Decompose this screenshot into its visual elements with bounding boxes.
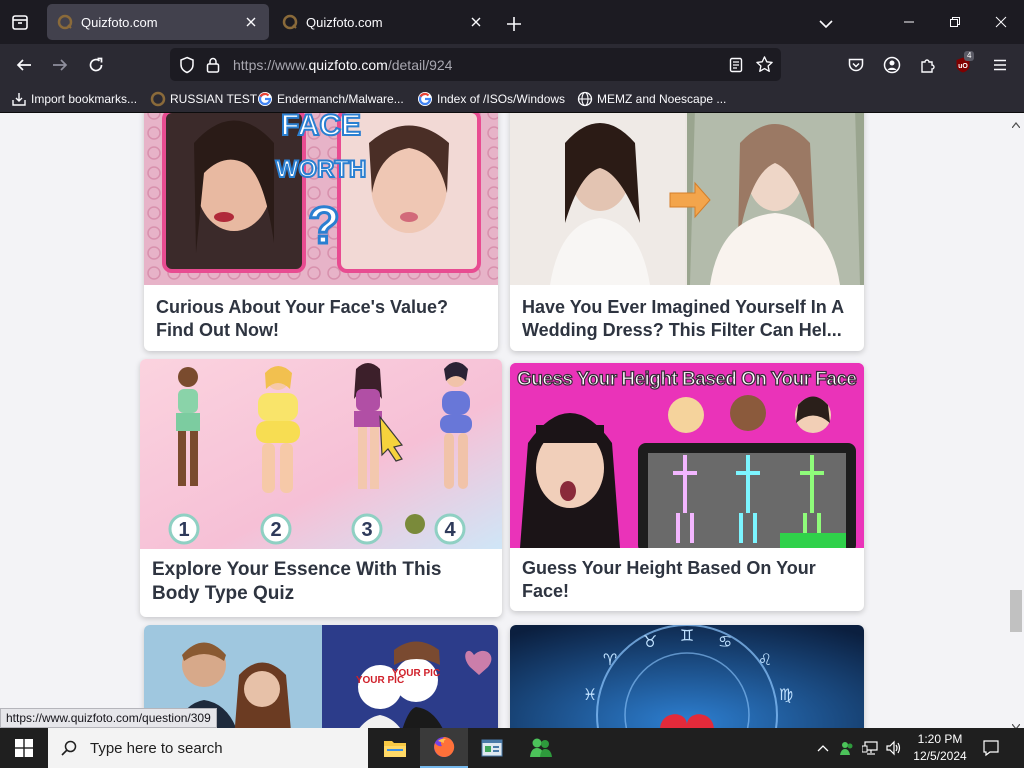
quizfoto-favicon [282,14,298,30]
card-caption[interactable]: Guess Your Height Based On Your Face! [522,557,852,603]
page-viewport: FACE WORTH ? Curious About Your Face's V… [0,113,1024,728]
pocket-icon[interactable] [843,52,869,78]
import-icon [11,91,27,107]
url-text[interactable]: https://www.quizfoto.com/detail/924 [233,57,452,73]
bookmark-isos-windows[interactable]: Index of /ISOs/Windows [417,91,565,107]
face-worth-thumbnail: FACE WORTH ? [144,113,498,285]
globe-icon [577,91,593,107]
svg-text:♓: ♓ [583,685,597,704]
height-banner-text: Guess Your Height Based On Your Face [517,369,857,390]
tab-quizfoto[interactable]: Quizfoto.com [272,4,494,40]
search-icon [60,739,78,757]
minimize-icon[interactable] [886,0,932,44]
hamburger-menu-icon[interactable] [987,52,1013,78]
notification-center-icon[interactable] [978,728,1004,768]
quiz-card-zodiac[interactable]: ♈ ♉ ♊ ♋ ♌ ♓ ♍ [510,625,864,728]
quiz-card-height[interactable]: Guess Your Height Based On Your Face Gue… [510,363,864,611]
scroll-up-icon[interactable] [1011,115,1021,133]
card-caption[interactable]: Explore Your Essence With This Body Type… [152,558,490,606]
page-scrollbar[interactable] [1008,113,1024,730]
reader-view-icon[interactable] [727,56,745,79]
close-window-icon[interactable] [978,0,1024,44]
restore-icon[interactable] [932,0,978,44]
navigation-toolbar: https://www.quizfoto.com/detail/924 uO 4 [0,44,1024,85]
windows-start-icon[interactable] [0,728,48,768]
quizfoto-favicon [57,14,73,30]
question-mark-graphic: ? [308,197,340,255]
svg-text:♋: ♋ [718,632,732,651]
lock-icon[interactable] [205,56,221,79]
tab-bar: Quizfoto.com Quizfoto.com [0,0,1024,44]
chevron-down-icon[interactable] [814,12,838,36]
bookmark-russian-test[interactable]: RUSSIAN TEST [150,91,257,107]
svg-text:♌: ♌ [758,650,772,669]
taskbar-clock[interactable]: 1:20 PM 12/5/2024 [906,731,974,765]
taskbar-search-box[interactable]: Type here to search [48,728,368,768]
forward-icon[interactable] [47,52,73,78]
face-text: FACE [281,113,361,142]
tab-title: Quizfoto.com [306,14,383,30]
link-status-url: https://www.quizfoto.com/question/309 [0,708,217,728]
quiz-card-face-worth[interactable]: FACE WORTH ? Curious About Your Face's V… [144,113,498,351]
body-number-4: 4 [444,519,456,541]
account-icon[interactable] [879,52,905,78]
clock-date: 12/5/2024 [913,749,967,763]
svg-text:uO: uO [958,63,968,70]
extension-count-badge: 4 [964,51,975,61]
tab-title: Quizfoto.com [81,14,158,30]
card-caption[interactable]: Curious About Your Face's Value? Find Ou… [156,296,486,342]
bookmarks-toolbar: Import bookmarks... RUSSIAN TEST Enderma… [0,85,1024,113]
svg-text:♉: ♉ [643,632,657,651]
network-icon[interactable] [860,728,882,768]
search-placeholder: Type here to search [90,739,223,757]
quiz-card-body-type[interactable]: 1 2 3 4 Explore Your Essence With This B… [140,359,502,617]
bookmark-endermanch[interactable]: Endermanch/Malware... [257,91,404,107]
worth-text: WORTH [276,156,367,183]
bookmark-star-icon[interactable] [755,55,774,79]
tracking-protection-shield-icon[interactable] [178,56,196,79]
clock-time: 1:20 PM [917,732,963,746]
height-thumbnail: Guess Your Height Based On Your Face [510,363,864,548]
body-number-2: 2 [270,519,281,541]
bookmark-memz[interactable]: MEMZ and Noescape ... [577,91,726,107]
app-window-icon[interactable] [468,728,516,768]
wedding-dress-thumbnail [510,113,864,285]
card-caption[interactable]: Have You Ever Imagined Yourself In A Wed… [522,296,852,342]
close-tab-icon[interactable] [243,14,259,30]
reload-icon[interactable] [83,52,109,78]
body-type-thumbnail: 1 2 3 4 [140,359,502,549]
svg-text:♍: ♍ [779,685,793,704]
quizfoto-favicon [150,91,166,107]
messenger-people-icon[interactable] [517,728,565,768]
google-favicon [257,91,273,107]
scrollbar-thumb[interactable] [1010,590,1022,632]
windows-taskbar: Type here to search 1:20 PM 12/5/2024 [0,728,1024,768]
bookmark-import[interactable]: Import bookmarks... [11,91,137,107]
new-tab-icon[interactable] [502,12,526,36]
address-bar[interactable]: https://www.quizfoto.com/detail/924 [170,48,781,81]
extensions-puzzle-icon[interactable] [915,52,941,78]
zodiac-thumbnail: ♈ ♉ ♊ ♋ ♌ ♓ ♍ [510,625,864,728]
volume-icon[interactable] [883,728,905,768]
body-number-3: 3 [361,519,372,541]
quiz-card-wedding-dress[interactable]: Have You Ever Imagined Yourself In A Wed… [510,113,864,351]
body-number-1: 1 [178,519,189,541]
firefox-icon[interactable] [420,728,468,768]
svg-text:♈: ♈ [603,650,617,669]
file-explorer-icon[interactable] [371,728,419,768]
close-tab-icon[interactable] [468,14,484,30]
show-hidden-icons-chevron-up-icon[interactable] [812,728,834,768]
svg-text:♊: ♊ [680,626,694,645]
google-favicon [417,91,433,107]
back-icon[interactable] [11,52,37,78]
tab-list-icon[interactable] [8,10,32,34]
tray-people-icon[interactable] [836,728,858,768]
your-pic-label-2: YOUR PIC [392,668,440,679]
tab-quizfoto-active[interactable]: Quizfoto.com [47,4,269,40]
